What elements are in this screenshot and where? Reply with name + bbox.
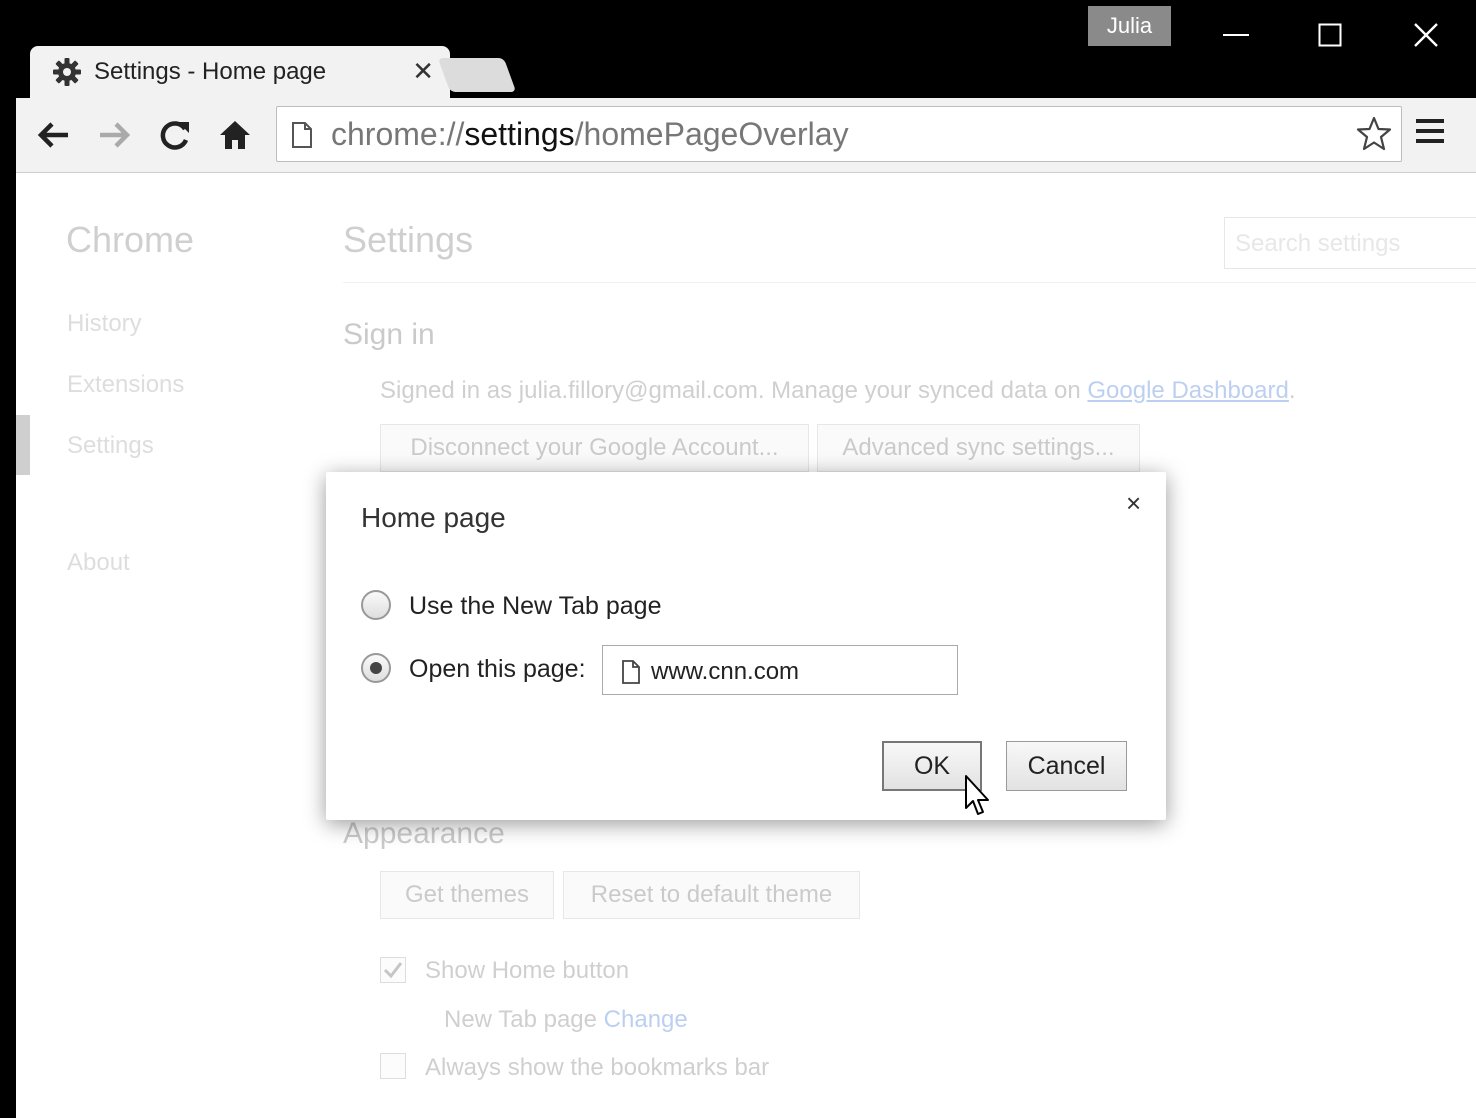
- cancel-button[interactable]: Cancel: [1006, 741, 1127, 791]
- tab-title: Settings - Home page: [94, 58, 327, 85]
- dialog-close-icon[interactable]: ×: [1126, 490, 1141, 516]
- homepage-url-input[interactable]: www.cnn.com: [602, 645, 958, 695]
- google-dashboard-link[interactable]: Google Dashboard: [1087, 377, 1288, 404]
- home-page-dialog: Home page × Use the New Tab page Open th…: [326, 472, 1166, 820]
- bookmarks-bar-checkbox[interactable]: [380, 1053, 406, 1079]
- reload-icon[interactable]: [154, 114, 196, 156]
- bookmark-star-icon[interactable]: [1355, 115, 1393, 158]
- page-icon: [291, 121, 313, 154]
- search-placeholder: Search settings: [1235, 230, 1401, 257]
- appearance-heading: Appearance: [343, 817, 505, 850]
- title-divider: [343, 282, 1476, 283]
- open-page-radio[interactable]: [361, 653, 391, 683]
- sidebar-item-settings[interactable]: Settings: [67, 432, 154, 460]
- bookmarks-bar-label: Always show the bookmarks bar: [425, 1054, 770, 1081]
- advanced-sync-button[interactable]: Advanced sync settings...: [817, 424, 1140, 472]
- tab-close-icon[interactable]: ✕: [412, 58, 434, 84]
- search-input[interactable]: Search settings: [1224, 217, 1476, 269]
- toolbar: chrome://settings/homePageOverlay: [16, 98, 1476, 173]
- sidebar-title: Chrome: [66, 219, 195, 260]
- sidebar-item-about[interactable]: About: [67, 549, 130, 577]
- page-title: Settings: [343, 219, 474, 260]
- show-home-label: Show Home button: [425, 957, 630, 984]
- mouse-cursor-icon: [964, 774, 990, 823]
- home-icon[interactable]: [214, 114, 256, 156]
- reset-theme-button[interactable]: Reset to default theme: [563, 871, 860, 919]
- disconnect-account-button[interactable]: Disconnect your Google Account...: [380, 424, 809, 472]
- url-host: settings: [464, 116, 575, 152]
- dialog-title: Home page: [361, 502, 506, 533]
- close-icon[interactable]: [1396, 10, 1456, 60]
- gear-icon: [52, 57, 82, 87]
- sidebar-item-extensions[interactable]: Extensions: [67, 371, 184, 399]
- get-themes-button[interactable]: Get themes: [380, 871, 554, 919]
- sidebar-selected-marker: [16, 415, 30, 475]
- hamburger-menu-icon[interactable]: [1416, 118, 1444, 149]
- show-home-checkbox[interactable]: [380, 957, 406, 983]
- forward-icon[interactable]: [94, 114, 136, 156]
- maximize-icon[interactable]: [1300, 10, 1360, 60]
- new-tab-radio-label[interactable]: Use the New Tab page: [409, 592, 661, 621]
- tab-settings[interactable]: Settings - Home page ✕: [30, 46, 450, 98]
- sidebar-item-history[interactable]: History: [67, 310, 142, 338]
- address-bar[interactable]: chrome://settings/homePageOverlay: [276, 106, 1402, 162]
- minimize-icon[interactable]: [1206, 10, 1266, 60]
- browser-window: Julia Settings - Home page ✕ chrome://se…: [16, 0, 1476, 1118]
- homepage-url-value: www.cnn.com: [651, 658, 800, 685]
- title-bar: Julia Settings - Home page ✕: [16, 0, 1476, 98]
- open-page-radio-label[interactable]: Open this page:: [409, 655, 586, 684]
- new-tab-button[interactable]: [437, 58, 517, 92]
- new-tab-radio[interactable]: [361, 590, 391, 620]
- back-icon[interactable]: [32, 114, 74, 156]
- profile-badge[interactable]: Julia: [1088, 6, 1171, 46]
- page-icon: [621, 659, 641, 692]
- change-home-link[interactable]: Change: [604, 1006, 688, 1033]
- home-sub-text: New Tab page Change: [444, 1006, 688, 1033]
- url-text[interactable]: chrome://settings/homePageOverlay: [331, 116, 849, 153]
- signin-heading: Sign in: [343, 318, 435, 351]
- signin-text: Signed in as julia.fillory@gmail.com. Ma…: [380, 377, 1296, 404]
